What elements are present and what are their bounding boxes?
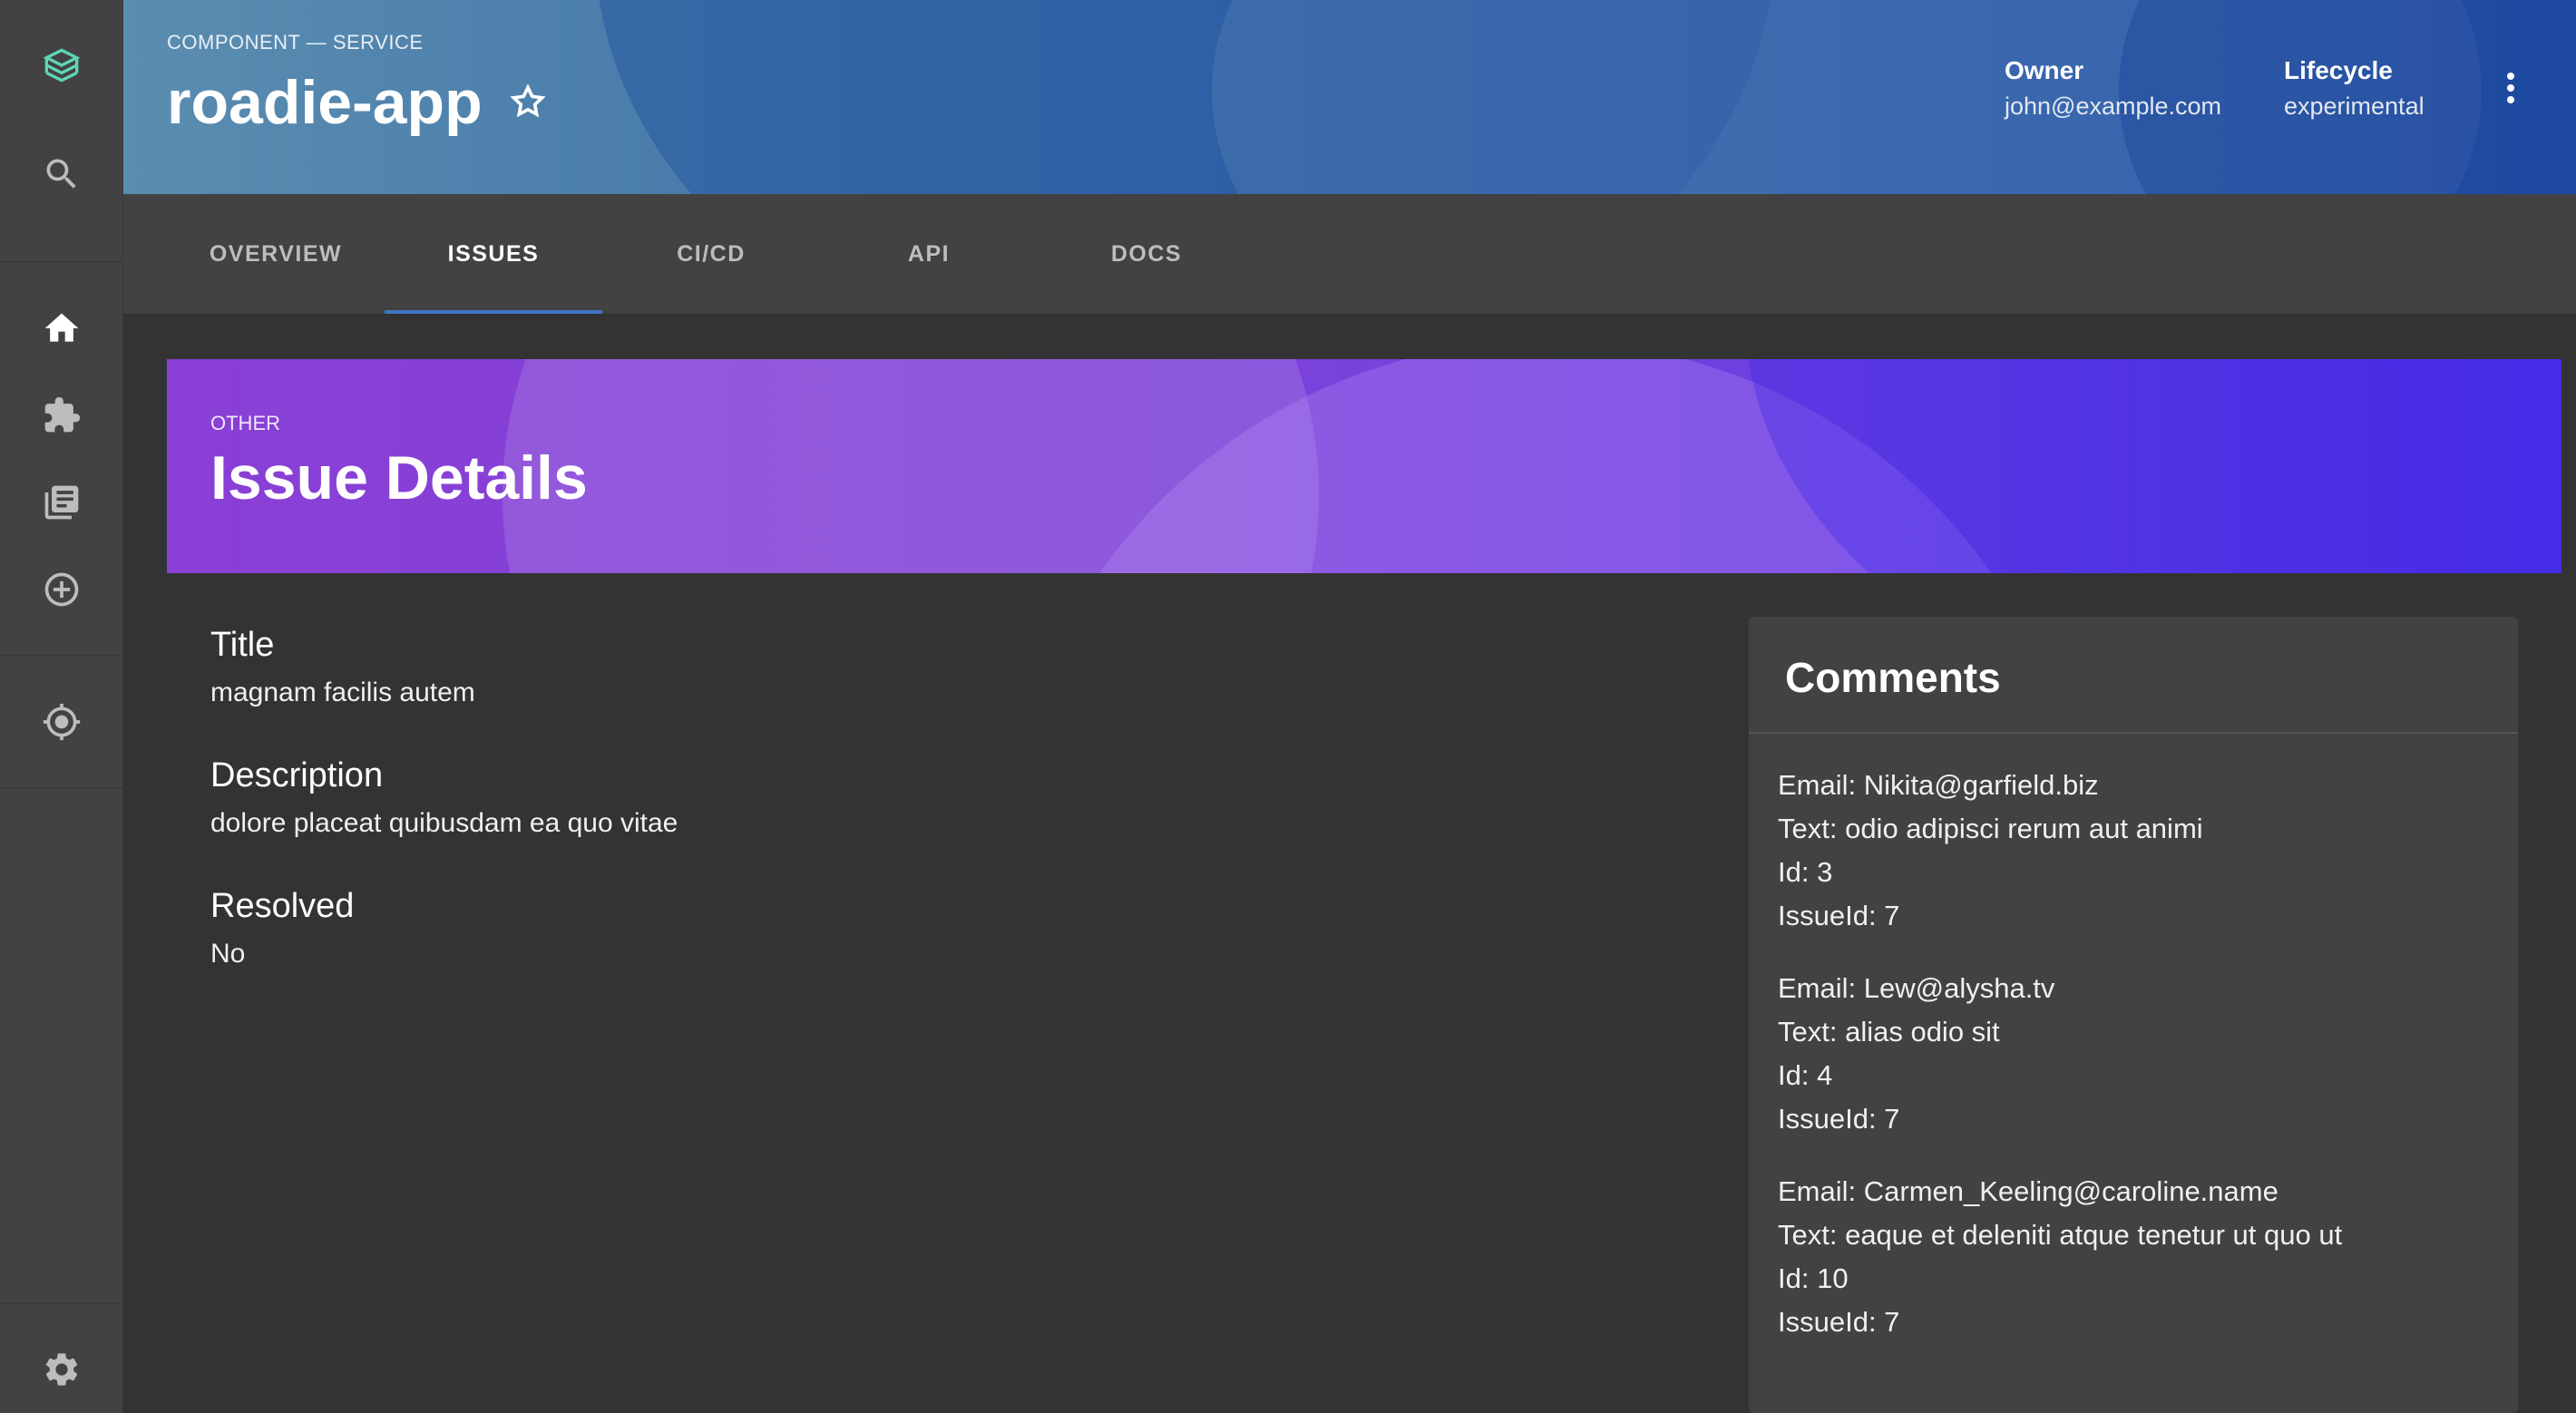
comment-text: Text: eaque et deleniti atque tenetur ut…: [1778, 1219, 2343, 1251]
comment-text: Text: odio adipisci rerum aut animi: [1778, 813, 2203, 844]
lifecycle-meta: Lifecycle experimental: [2284, 56, 2425, 121]
issue-banner: OTHER Issue Details: [167, 359, 2561, 573]
comment-id: Id: 10: [1778, 1262, 1849, 1294]
sidebar-divider: [0, 787, 123, 789]
title-label: Title: [210, 626, 275, 664]
app-root: COMPONENT — SERVICE roadie-app Owner joh…: [0, 0, 2576, 1413]
entity-tabs: OVERVIEW ISSUES CI/CD API DOCS: [123, 194, 2576, 314]
extension-icon[interactable]: [0, 372, 123, 459]
more-vert-icon[interactable]: [2493, 65, 2529, 111]
add-circle-icon[interactable]: [0, 546, 123, 633]
page-title: roadie-app: [167, 68, 483, 137]
favorite-star-icon[interactable]: [508, 82, 548, 122]
resolved-label: Resolved: [210, 887, 355, 925]
comment-text: Text: alias odio sit: [1778, 1016, 2000, 1048]
sidebar-divider: [0, 655, 123, 657]
home-icon[interactable]: [0, 285, 123, 372]
comments-card: Comments Email: Nikita@garfield.biz Text…: [1749, 617, 2518, 1413]
tab-issues[interactable]: ISSUES: [385, 194, 602, 314]
entity-header: COMPONENT — SERVICE roadie-app Owner joh…: [123, 0, 2576, 194]
tab-api[interactable]: API: [820, 194, 1038, 314]
comment-issue-id: IssueId: 7: [1778, 1103, 1900, 1135]
active-tab-indicator: [385, 310, 602, 314]
description-field: Description dolore placeat quibusdam ea …: [210, 756, 678, 839]
comment-email: Email: Nikita@garfield.biz: [1778, 769, 2099, 801]
search-icon[interactable]: [0, 131, 123, 218]
comment-item: Email: Nikita@garfield.biz Text: odio ad…: [1778, 764, 2203, 938]
entity-kind-label: COMPONENT — SERVICE: [167, 31, 424, 54]
comment-id: Id: 3: [1778, 856, 1833, 888]
comments-divider: [1749, 732, 2518, 734]
description-value: dolore placeat quibusdam ea quo vitae: [210, 808, 678, 838]
resolved-field: Resolved No: [210, 887, 354, 970]
resolved-value: No: [210, 939, 246, 969]
settings-icon[interactable]: [0, 1326, 123, 1413]
owner-value[interactable]: john@example.com: [2005, 93, 2221, 121]
title-value: magnam facilis autem: [210, 677, 475, 707]
comments-title: Comments: [1785, 654, 2001, 701]
tab-docs[interactable]: DOCS: [1038, 194, 1255, 314]
comment-issue-id: IssueId: 7: [1778, 900, 1900, 931]
comment-id: Id: 4: [1778, 1059, 1833, 1091]
tab-overview[interactable]: OVERVIEW: [167, 194, 385, 314]
lifecycle-label: Lifecycle: [2284, 56, 2393, 84]
title-field: Title magnam facilis autem: [210, 626, 475, 708]
library-books-icon[interactable]: [0, 459, 123, 546]
comment-email: Email: Lew@alysha.tv: [1778, 972, 2055, 1004]
comment-item: Email: Lew@alysha.tv Text: alias odio si…: [1778, 967, 2054, 1141]
logo-icon[interactable]: [0, 22, 123, 109]
banner-title: Issue Details: [210, 443, 588, 512]
banner-decoration: [1745, 359, 2561, 573]
comment-email: Email: Carmen_Keeling@caroline.name: [1778, 1175, 2278, 1207]
tab-cicd[interactable]: CI/CD: [602, 194, 820, 314]
banner-kicker: OTHER: [210, 412, 280, 434]
owner-meta: Owner john@example.com: [2005, 56, 2221, 121]
comment-issue-id: IssueId: 7: [1778, 1306, 1900, 1338]
lifecycle-value: experimental: [2284, 93, 2425, 120]
description-label: Description: [210, 756, 384, 794]
comment-item: Email: Carmen_Keeling@caroline.name Text…: [1778, 1170, 2342, 1344]
owner-label: Owner: [2005, 56, 2084, 84]
sidebar-divider: [0, 261, 123, 263]
sidebar: [0, 0, 123, 1413]
sidebar-divider: [0, 1302, 123, 1304]
target-icon[interactable]: [0, 678, 123, 765]
